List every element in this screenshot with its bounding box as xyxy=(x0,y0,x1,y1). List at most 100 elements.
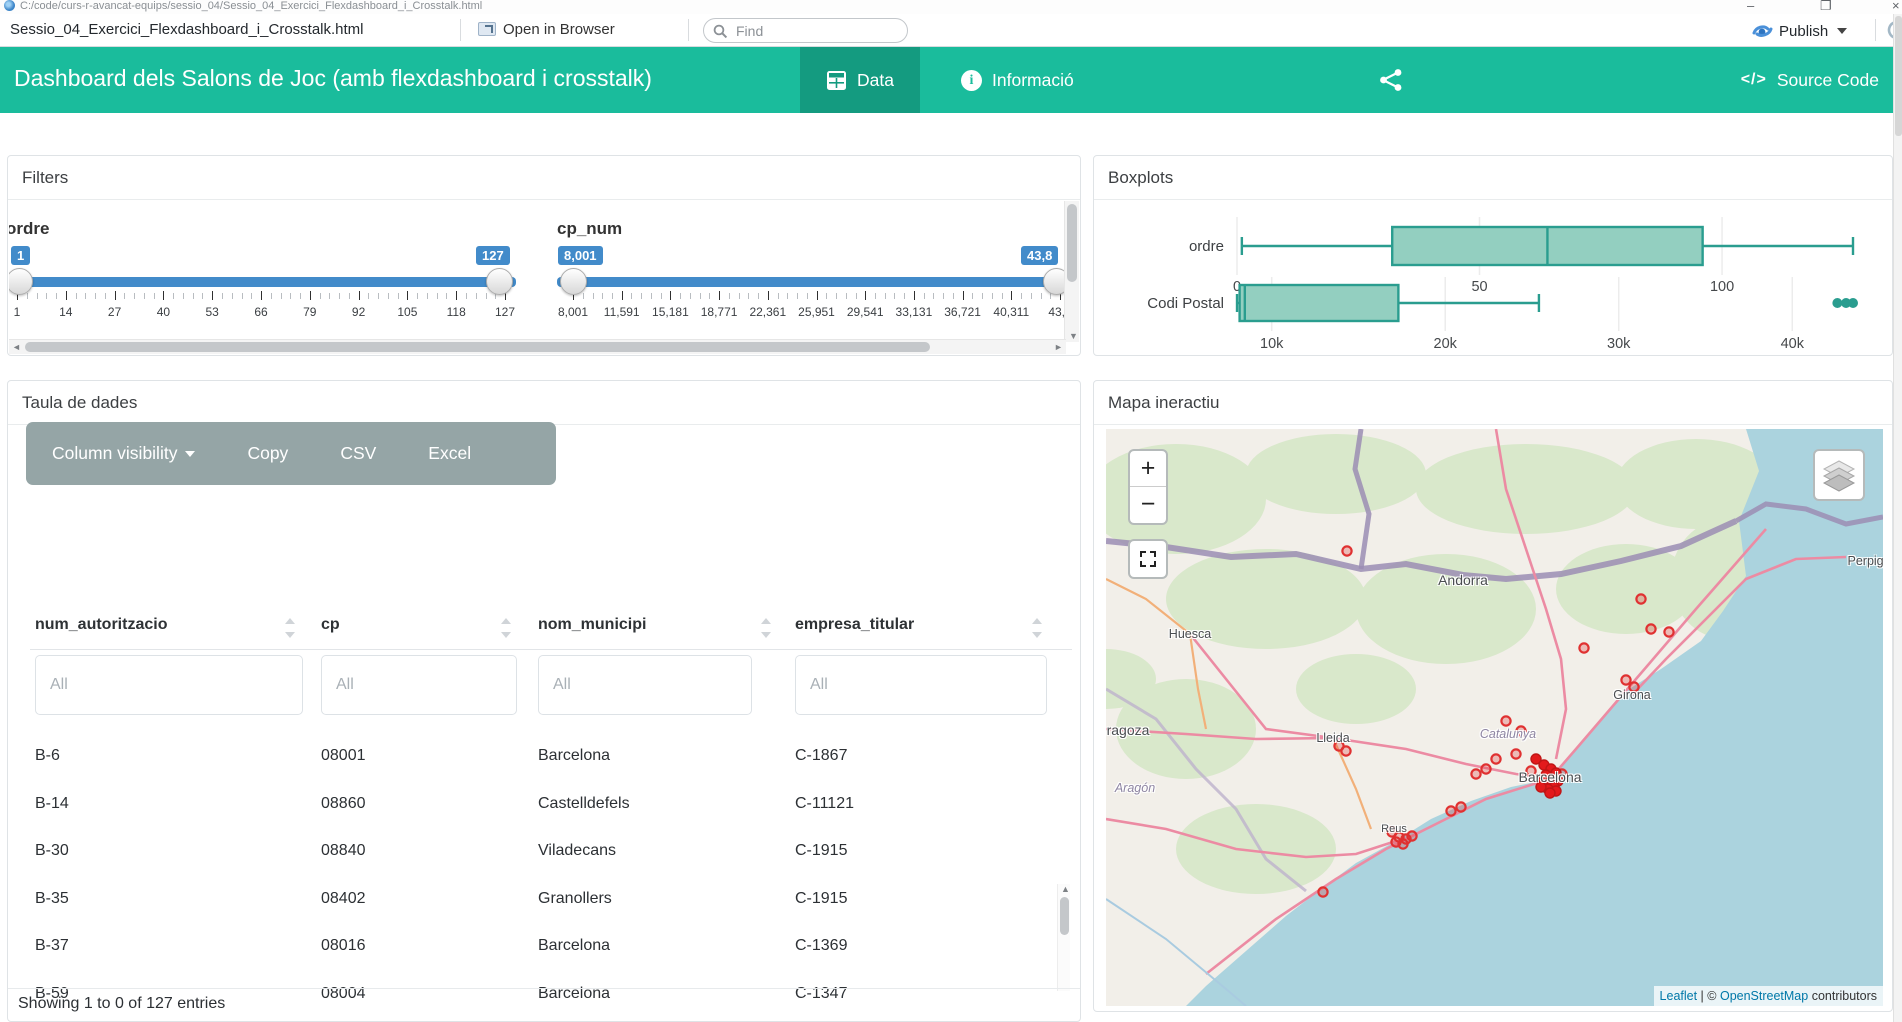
map-label-lleida: Lleida xyxy=(1316,731,1349,745)
svg-text:50: 50 xyxy=(1471,279,1487,295)
slider-track[interactable] xyxy=(557,277,1065,287)
window-titlebar: C:/code/curs-r-avancat-equips/sessio_04/… xyxy=(0,0,1902,14)
svg-text:30k: 30k xyxy=(1607,336,1631,352)
slider-handle-from[interactable] xyxy=(560,268,587,295)
slider-from-value: 1 xyxy=(11,246,30,265)
slider-label: cp_num xyxy=(557,219,622,239)
column-filter-cp[interactable] xyxy=(322,656,516,714)
close-button[interactable]: × xyxy=(1892,0,1900,13)
publish-icon xyxy=(1752,23,1773,39)
map-label-reus: Reus xyxy=(1381,823,1407,835)
zoom-out-button[interactable]: − xyxy=(1130,487,1166,523)
filters-content: ordre1127114274053667992105118127cp_num8… xyxy=(9,201,1065,342)
map-canvas[interactable] xyxy=(1106,429,1883,1006)
svg-text:40k: 40k xyxy=(1781,336,1805,352)
sort-icon[interactable] xyxy=(1032,618,1042,640)
boxplots-chart[interactable]: 050100ordre10k20k30k40kCodi Postal xyxy=(1094,201,1892,356)
datatable-filter-row xyxy=(30,655,1072,721)
map-zoom-control: + − xyxy=(1128,449,1168,525)
table-row[interactable]: B-3008840ViladecansC-1915 xyxy=(30,829,1072,877)
svg-text:20k: 20k xyxy=(1434,336,1458,352)
table-panel-title: Taula de dades xyxy=(8,381,1080,425)
slider-handle-to[interactable] xyxy=(1043,268,1065,295)
filters-vertical-scrollbar[interactable]: ▼ xyxy=(1064,201,1079,342)
svg-text:Codi Postal: Codi Postal xyxy=(1147,295,1224,312)
tab-data[interactable]: Data xyxy=(800,47,920,113)
column-filter-empresa_titular[interactable] xyxy=(796,656,1046,714)
source-code-button[interactable]: </> Source Code xyxy=(1741,47,1879,113)
column-header-nom_municipi[interactable]: nom_municipi xyxy=(538,616,646,634)
slider-ordre[interactable]: ordre1127114274053667992105118127 xyxy=(10,201,516,341)
table-row[interactable]: B-608001BarcelonaC-1867 xyxy=(30,734,1072,782)
column-header-cp[interactable]: cp xyxy=(321,616,340,634)
slider-label: ordre xyxy=(9,219,49,239)
search-icon xyxy=(713,24,728,39)
slider-to-value: 43,8 xyxy=(1021,246,1058,265)
openstreetmap-link[interactable]: OpenStreetMap xyxy=(1720,989,1808,1003)
publish-button[interactable]: Publish xyxy=(1752,20,1847,40)
filters-horizontal-scrollbar[interactable]: ◄ ► xyxy=(9,339,1066,354)
datatable: num_autoritzacio cp nom_municipi empresa_ti… xyxy=(30,485,1072,990)
slider-from-value: 8,001 xyxy=(558,246,603,265)
datatable-body: B-608001BarcelonaC-1867B-1408860Castelld… xyxy=(30,728,1072,1022)
minimize-button[interactable]: – xyxy=(1747,0,1754,13)
tab-informacio[interactable]: i Informació xyxy=(935,47,1100,113)
info-icon: i xyxy=(961,70,982,91)
table-vertical-scrollbar[interactable]: ▲ xyxy=(1057,884,1070,991)
open-in-browser-button[interactable]: Open in Browser xyxy=(478,20,615,38)
sort-icon[interactable] xyxy=(285,618,295,640)
map-label-perpignan: Perpignan xyxy=(1848,554,1884,568)
chevron-down-icon xyxy=(185,451,195,457)
dashboard-navbar: Dashboard dels Salons de Joc (amb flexda… xyxy=(0,47,1893,113)
svg-text:10k: 10k xyxy=(1260,336,1284,352)
map-panel: Mapa ineractiu xyxy=(1093,380,1893,1012)
dt-button-csv[interactable]: CSV xyxy=(314,443,402,464)
column-header-num_autoritzacio[interactable]: num_autoritzacio xyxy=(35,616,167,634)
map-panel-title: Mapa ineractiu xyxy=(1094,381,1892,425)
slider-track[interactable] xyxy=(10,277,516,287)
table-row[interactable]: B-3708016BarcelonaC-1369 xyxy=(30,924,1072,972)
table-panel: Taula de dades Column visibilityCopyCSVE… xyxy=(7,380,1081,1022)
leaflet-link[interactable]: Leaflet xyxy=(1660,989,1698,1003)
map-label-aragón: Aragón xyxy=(1115,781,1155,795)
maximize-button[interactable]: ❐ xyxy=(1820,0,1832,14)
map-attribution: Leaflet | © OpenStreetMap contributors xyxy=(1654,986,1883,1006)
sort-icon[interactable] xyxy=(761,618,771,640)
column-filter-nom_municipi[interactable] xyxy=(539,656,751,714)
layers-icon xyxy=(1821,457,1857,493)
leaflet-map[interactable]: AndorraPerpignanHuescaGironaLleidaCatalu… xyxy=(1106,429,1883,1006)
table-row[interactable]: B-3508402GranollersC-1915 xyxy=(30,877,1072,925)
viewer-tab-title[interactable]: Sessio_04_Exercici_Flexdashboard_i_Cross… xyxy=(10,21,364,38)
table-row[interactable]: B-1408860CastelldefelsC-11121 xyxy=(30,782,1072,830)
dt-button-column-visibility[interactable]: Column visibility xyxy=(26,443,221,464)
find-input[interactable]: Find xyxy=(703,18,908,43)
share-icon[interactable] xyxy=(1379,68,1403,92)
code-icon: </> xyxy=(1741,71,1767,89)
table-info-text: Showing 1 to 0 of 127 entries xyxy=(8,988,1080,1021)
slider-handle-to[interactable] xyxy=(486,268,513,295)
dt-button-excel[interactable]: Excel xyxy=(402,443,497,464)
dashboard-title: Dashboard dels Salons de Joc (amb flexda… xyxy=(14,65,652,92)
map-label-andorra: Andorra xyxy=(1438,572,1488,588)
map-label-ragoza: ragoza xyxy=(1107,722,1150,738)
layers-control[interactable] xyxy=(1813,449,1865,501)
slider-cp_num[interactable]: cp_num8,00143,88,00111,59115,18118,77122… xyxy=(557,201,1065,341)
app-favicon xyxy=(4,0,15,11)
column-header-empresa_titular[interactable]: empresa_titular xyxy=(795,616,914,634)
dt-button-copy[interactable]: Copy xyxy=(221,443,314,464)
fullscreen-button[interactable] xyxy=(1128,539,1168,579)
datatable-button-group: Column visibilityCopyCSVExcel xyxy=(26,422,556,485)
boxplots-panel: Boxplots 050100ordre10k20k30k40kCodi Pos… xyxy=(1093,155,1893,356)
data-grid-icon xyxy=(826,70,847,91)
boxplots-panel-title: Boxplots xyxy=(1094,156,1892,200)
viewer-toolbar: Sessio_04_Exercici_Flexdashboard_i_Cross… xyxy=(0,14,1902,47)
column-filter-num_autoritzacio[interactable] xyxy=(36,656,302,714)
zoom-in-button[interactable]: + xyxy=(1130,451,1166,487)
page-scrollbar[interactable] xyxy=(1893,14,1902,1022)
slider-ticks xyxy=(10,289,516,303)
map-label-catalunya: Catalunya xyxy=(1480,727,1536,741)
map-label-girona: Girona xyxy=(1613,688,1651,702)
svg-text:100: 100 xyxy=(1710,279,1734,295)
sort-icon[interactable] xyxy=(501,618,511,640)
window-title-path: C:/code/curs-r-avancat-equips/sessio_04/… xyxy=(20,0,482,12)
